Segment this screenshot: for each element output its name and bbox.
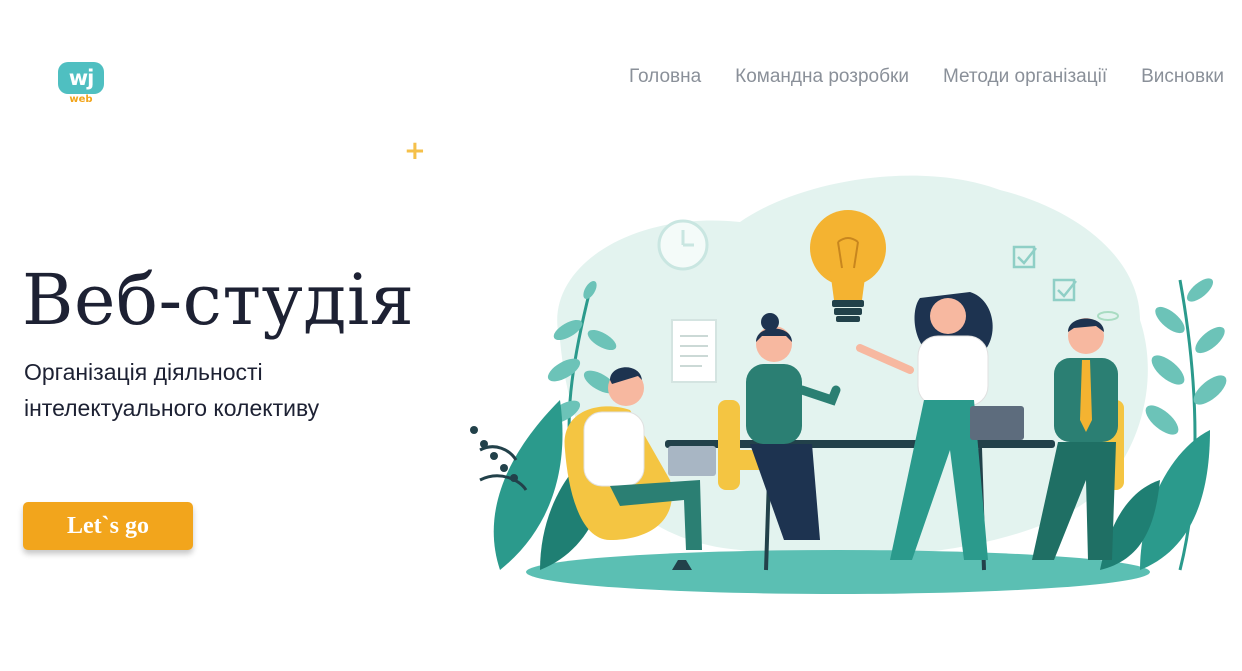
nav-item-home[interactable]: Головна — [629, 66, 701, 88]
hero-title: Веб-студія — [22, 259, 415, 341]
main-nav: Головна Командна розробки Методи організ… — [629, 66, 1224, 88]
clock-icon — [657, 219, 709, 271]
hero-subtitle-line-1: Організація діяльності — [24, 359, 263, 385]
logo-glyph: wj — [68, 66, 95, 90]
hero-subtitle: Організація діяльності інтелектуального … — [24, 354, 319, 426]
plus-sparkle-icon: + — [404, 136, 426, 166]
nav-item-conclusions[interactable]: Висновки — [1141, 66, 1224, 88]
floor-shadow — [526, 550, 1150, 594]
lets-go-button[interactable]: Let`s go — [23, 502, 193, 550]
logo-sub-label: web — [69, 94, 93, 105]
nav-item-team-development[interactable]: Командна розробки — [735, 66, 909, 88]
logo[interactable]: wj web — [58, 62, 106, 108]
nav-item-organization-methods[interactable]: Методи організації — [943, 66, 1107, 88]
team-meeting-illustration — [470, 175, 1227, 594]
hero-subtitle-line-2: інтелектуального колективу — [24, 395, 320, 421]
page: wj web Головна Командна розробки Методи … — [0, 0, 1242, 671]
document-icon — [671, 319, 717, 383]
